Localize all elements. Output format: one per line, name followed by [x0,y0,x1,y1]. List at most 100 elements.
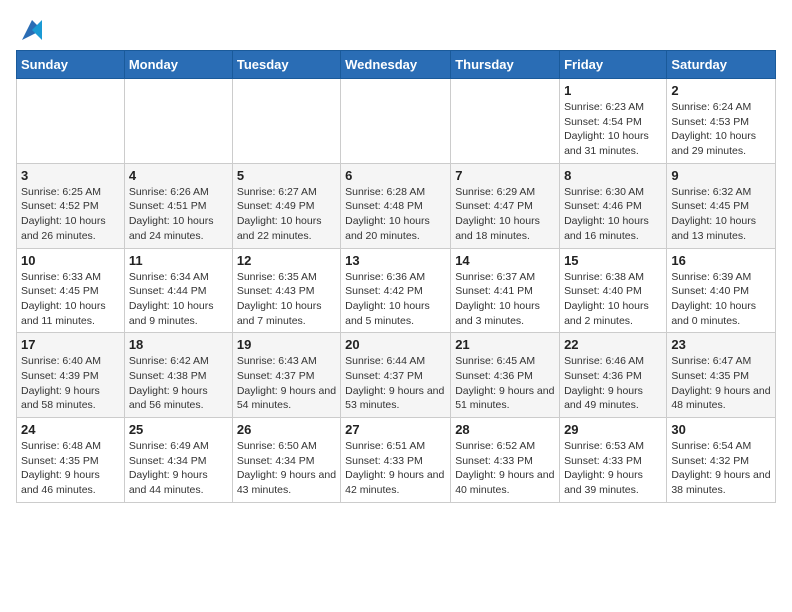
header [16,16,776,38]
day-number: 29 [564,422,662,437]
weekday-header-thursday: Thursday [451,51,560,79]
day-info: Sunrise: 6:30 AM Sunset: 4:46 PM Dayligh… [564,185,662,244]
day-number: 30 [671,422,771,437]
day-cell: 16Sunrise: 6:39 AM Sunset: 4:40 PM Dayli… [667,248,776,333]
day-info: Sunrise: 6:38 AM Sunset: 4:40 PM Dayligh… [564,270,662,329]
weekday-header-wednesday: Wednesday [341,51,451,79]
week-row-3: 10 Sunrise: 6:33 AM Sunset: 4:45 PM Dayli… [17,248,776,333]
day-cell: 23 Sunrise: 6:47 AM Sunset: 4:35 PM Dayli… [667,333,776,418]
day-number: 28 [455,422,555,437]
day-cell: 2 Sunrise: 6:24 AM Sunset: 4:53 PM Daylig… [667,79,776,164]
day-cell: 15Sunrise: 6:38 AM Sunset: 4:40 PM Dayli… [560,248,667,333]
day-info: Sunrise: 6:37 AM Sunset: 4:41 PM Dayligh… [455,270,555,329]
day-cell [232,79,340,164]
week-row-2: 3 Sunrise: 6:25 AM Sunset: 4:52 PM Daylig… [17,163,776,248]
weekday-header-row: SundayMondayTuesdayWednesdayThursdayFrid… [17,51,776,79]
day-info: Sunrise: 6:33 AM Sunset: 4:45 PM Dayligh… [21,270,120,329]
day-info: Sunrise: 6:54 AM Sunset: 4:32 PM Dayligh… [671,439,771,498]
day-cell [341,79,451,164]
week-row-4: 17 Sunrise: 6:40 AM Sunset: 4:39 PM Dayli… [17,333,776,418]
day-number: 5 [237,168,336,183]
day-info: Sunrise: 6:45 AM Sunset: 4:36 PM Dayligh… [455,354,555,413]
day-number: 25 [129,422,228,437]
day-number: 16 [671,253,771,268]
day-cell: 22Sunrise: 6:46 AM Sunset: 4:36 PM Dayli… [560,333,667,418]
day-number: 27 [345,422,446,437]
day-number: 13 [345,253,446,268]
day-info: Sunrise: 6:51 AM Sunset: 4:33 PM Dayligh… [345,439,446,498]
day-number: 4 [129,168,228,183]
day-cell: 4 Sunrise: 6:26 AM Sunset: 4:51 PM Daylig… [124,163,232,248]
day-number: 17 [21,337,120,352]
day-cell: 12 Sunrise: 6:35 AM Sunset: 4:43 PM Dayli… [232,248,340,333]
week-row-5: 24Sunrise: 6:48 AM Sunset: 4:35 PM Dayli… [17,418,776,503]
day-cell [124,79,232,164]
day-info: Sunrise: 6:35 AM Sunset: 4:43 PM Dayligh… [237,270,336,329]
day-cell: 1 Sunrise: 6:23 AM Sunset: 4:54 PM Daylig… [560,79,667,164]
day-cell: 9 Sunrise: 6:32 AM Sunset: 4:45 PM Daylig… [667,163,776,248]
day-cell: 5 Sunrise: 6:27 AM Sunset: 4:49 PM Daylig… [232,163,340,248]
day-info: Sunrise: 6:32 AM Sunset: 4:45 PM Dayligh… [671,185,771,244]
day-info: Sunrise: 6:36 AM Sunset: 4:42 PM Dayligh… [345,270,446,329]
day-cell: 20 Sunrise: 6:44 AM Sunset: 4:37 PM Dayli… [341,333,451,418]
day-number: 11 [129,253,228,268]
day-number: 18 [129,337,228,352]
calendar-table: SundayMondayTuesdayWednesdayThursdayFrid… [16,50,776,503]
day-cell: 8 Sunrise: 6:30 AM Sunset: 4:46 PM Daylig… [560,163,667,248]
day-cell: 29 Sunrise: 6:53 AM Sunset: 4:33 PM Dayli… [560,418,667,503]
day-info: Sunrise: 6:27 AM Sunset: 4:49 PM Dayligh… [237,185,336,244]
day-cell: 6Sunrise: 6:28 AM Sunset: 4:48 PM Daylig… [341,163,451,248]
day-number: 3 [21,168,120,183]
day-cell: 25Sunrise: 6:49 AM Sunset: 4:34 PM Dayli… [124,418,232,503]
day-cell: 30 Sunrise: 6:54 AM Sunset: 4:32 PM Dayli… [667,418,776,503]
calendar-body: 1 Sunrise: 6:23 AM Sunset: 4:54 PM Daylig… [17,79,776,503]
week-row-1: 1 Sunrise: 6:23 AM Sunset: 4:54 PM Daylig… [17,79,776,164]
day-cell: 18 Sunrise: 6:42 AM Sunset: 4:38 PM Dayli… [124,333,232,418]
day-number: 2 [671,83,771,98]
logo [16,16,46,38]
day-number: 26 [237,422,336,437]
day-cell: 10 Sunrise: 6:33 AM Sunset: 4:45 PM Dayli… [17,248,125,333]
day-number: 1 [564,83,662,98]
day-cell: 26Sunrise: 6:50 AM Sunset: 4:34 PM Dayli… [232,418,340,503]
day-cell: 11 Sunrise: 6:34 AM Sunset: 4:44 PM Dayli… [124,248,232,333]
day-cell: 3 Sunrise: 6:25 AM Sunset: 4:52 PM Daylig… [17,163,125,248]
day-number: 10 [21,253,120,268]
day-info: Sunrise: 6:26 AM Sunset: 4:51 PM Dayligh… [129,185,228,244]
day-cell: 27 Sunrise: 6:51 AM Sunset: 4:33 PM Dayli… [341,418,451,503]
day-info: Sunrise: 6:48 AM Sunset: 4:35 PM Dayligh… [21,439,120,498]
day-number: 23 [671,337,771,352]
weekday-header-tuesday: Tuesday [232,51,340,79]
weekday-header-monday: Monday [124,51,232,79]
day-cell: 19 Sunrise: 6:43 AM Sunset: 4:37 PM Dayli… [232,333,340,418]
day-info: Sunrise: 6:44 AM Sunset: 4:37 PM Dayligh… [345,354,446,413]
day-number: 22 [564,337,662,352]
day-cell [17,79,125,164]
day-number: 14 [455,253,555,268]
day-cell: 17 Sunrise: 6:40 AM Sunset: 4:39 PM Dayli… [17,333,125,418]
day-info: Sunrise: 6:53 AM Sunset: 4:33 PM Dayligh… [564,439,662,498]
day-number: 8 [564,168,662,183]
day-number: 6 [345,168,446,183]
day-info: Sunrise: 6:43 AM Sunset: 4:37 PM Dayligh… [237,354,336,413]
day-number: 21 [455,337,555,352]
day-cell: 28 Sunrise: 6:52 AM Sunset: 4:33 PM Dayli… [451,418,560,503]
day-number: 19 [237,337,336,352]
day-info: Sunrise: 6:52 AM Sunset: 4:33 PM Dayligh… [455,439,555,498]
day-cell: 21 Sunrise: 6:45 AM Sunset: 4:36 PM Dayli… [451,333,560,418]
day-info: Sunrise: 6:25 AM Sunset: 4:52 PM Dayligh… [21,185,120,244]
day-info: Sunrise: 6:34 AM Sunset: 4:44 PM Dayligh… [129,270,228,329]
weekday-header-friday: Friday [560,51,667,79]
day-info: Sunrise: 6:29 AM Sunset: 4:47 PM Dayligh… [455,185,555,244]
day-info: Sunrise: 6:47 AM Sunset: 4:35 PM Dayligh… [671,354,771,413]
day-number: 20 [345,337,446,352]
day-info: Sunrise: 6:24 AM Sunset: 4:53 PM Dayligh… [671,100,771,159]
day-info: Sunrise: 6:40 AM Sunset: 4:39 PM Dayligh… [21,354,120,413]
day-number: 9 [671,168,771,183]
day-cell [451,79,560,164]
day-info: Sunrise: 6:42 AM Sunset: 4:38 PM Dayligh… [129,354,228,413]
day-number: 12 [237,253,336,268]
weekday-header-saturday: Saturday [667,51,776,79]
logo-icon [18,16,46,44]
day-info: Sunrise: 6:23 AM Sunset: 4:54 PM Dayligh… [564,100,662,159]
